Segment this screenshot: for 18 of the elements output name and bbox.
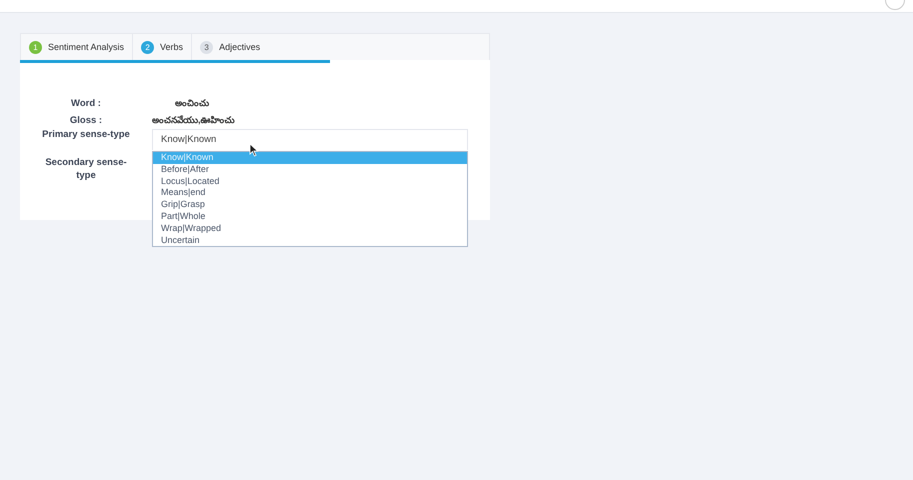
- field-label: Gloss :: [68, 115, 104, 126]
- dropdown-option[interactable]: Wrap|Wrapped: [153, 222, 467, 235]
- dropdown-option[interactable]: Grip|Grasp: [153, 199, 467, 211]
- field-value: అంచించు: [174, 98, 210, 110]
- dropdown-option[interactable]: Locus|Located: [153, 176, 467, 188]
- step-number: 1: [29, 40, 42, 54]
- step-number: 2: [141, 40, 154, 54]
- dropdown-option[interactable]: Part|Whole: [153, 210, 467, 223]
- field-label: Primary sense-type: [41, 129, 131, 140]
- field-label: Word :: [70, 98, 102, 109]
- dropdown-option[interactable]: Uncertain: [153, 234, 467, 246]
- sense-type-select[interactable]: Know|Known: [152, 129, 468, 150]
- field-value: అంచనవేయు,ఊహించు: [152, 114, 232, 126]
- dropdown-option[interactable]: Means|end: [153, 187, 467, 200]
- step-tab[interactable]: 3 Adjectives: [192, 34, 268, 60]
- dropdown-option[interactable]: Before|After: [153, 164, 467, 176]
- field-label: Secondary sense-type: [44, 156, 128, 182]
- step-number: 3: [200, 40, 214, 54]
